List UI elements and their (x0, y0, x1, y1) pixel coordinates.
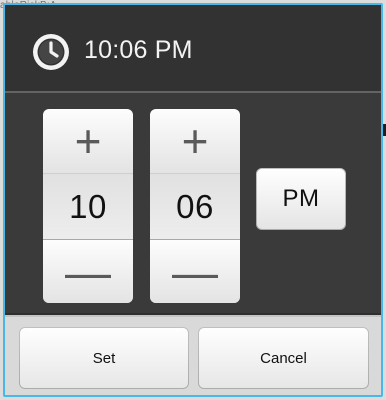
dialog-actions: Set Cancel (5, 315, 381, 395)
hour-increment-button[interactable]: + (43, 109, 133, 174)
minute-value[interactable]: 06 (150, 173, 240, 241)
time-picker-dialog: 10:06 PM + 10 — + 06 — PM Set Cancel (3, 3, 383, 397)
ampm-toggle-button[interactable]: PM (256, 168, 346, 230)
dialog-title: 10:06 PM (84, 36, 193, 64)
hour-picker: + 10 — (43, 109, 133, 303)
dialog-header: 10:06 PM (5, 5, 381, 91)
minute-increment-button[interactable]: + (150, 109, 240, 174)
clock-icon (31, 32, 71, 72)
minute-decrement-button[interactable]: — (150, 239, 240, 303)
hour-decrement-button[interactable]: — (43, 239, 133, 303)
minute-picker: + 06 — (150, 109, 240, 303)
cancel-button[interactable]: Cancel (198, 327, 369, 389)
hour-value[interactable]: 10 (43, 173, 133, 241)
set-button[interactable]: Set (19, 327, 189, 389)
